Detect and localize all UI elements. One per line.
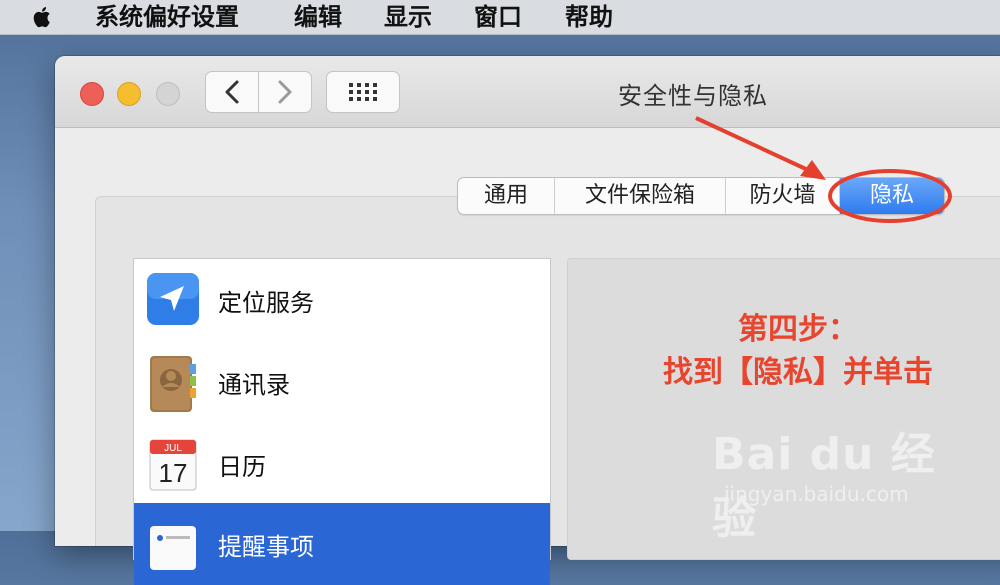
baidu-jingyan-watermark: Bai du 经验 jingyan.baidu.com [712,418,942,544]
annotation-arrow-shaft [695,116,809,172]
highlight-ring [828,169,952,223]
watermark-url: jingyan.baidu.com [724,482,909,506]
list-item-label: 提醒事项 [218,532,314,561]
